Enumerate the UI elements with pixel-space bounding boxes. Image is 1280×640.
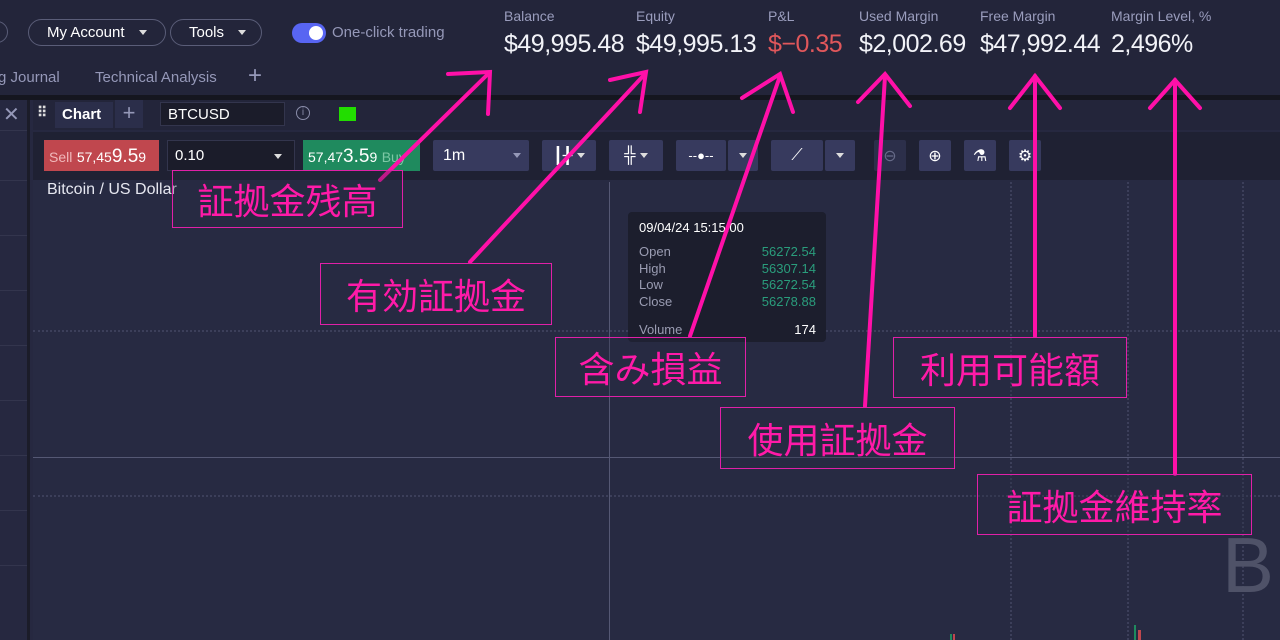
arrow-used-margin (863, 74, 887, 408)
annotation-used-margin: 使用証拠金 (720, 407, 955, 469)
annotation-equity: 有効証拠金 (320, 263, 552, 325)
arrow-pnl (688, 74, 782, 338)
annotation-margin-level: 証拠金維持率 (977, 474, 1252, 535)
annotation-free-margin: 利用可能額 (893, 337, 1127, 398)
annotation-balance: 証拠金残高 (172, 170, 403, 228)
arrow-equity (468, 72, 647, 264)
arrow-balance (378, 72, 490, 182)
annotation-pnl: 含み損益 (555, 337, 746, 397)
annotation-arrows (378, 69, 1202, 476)
